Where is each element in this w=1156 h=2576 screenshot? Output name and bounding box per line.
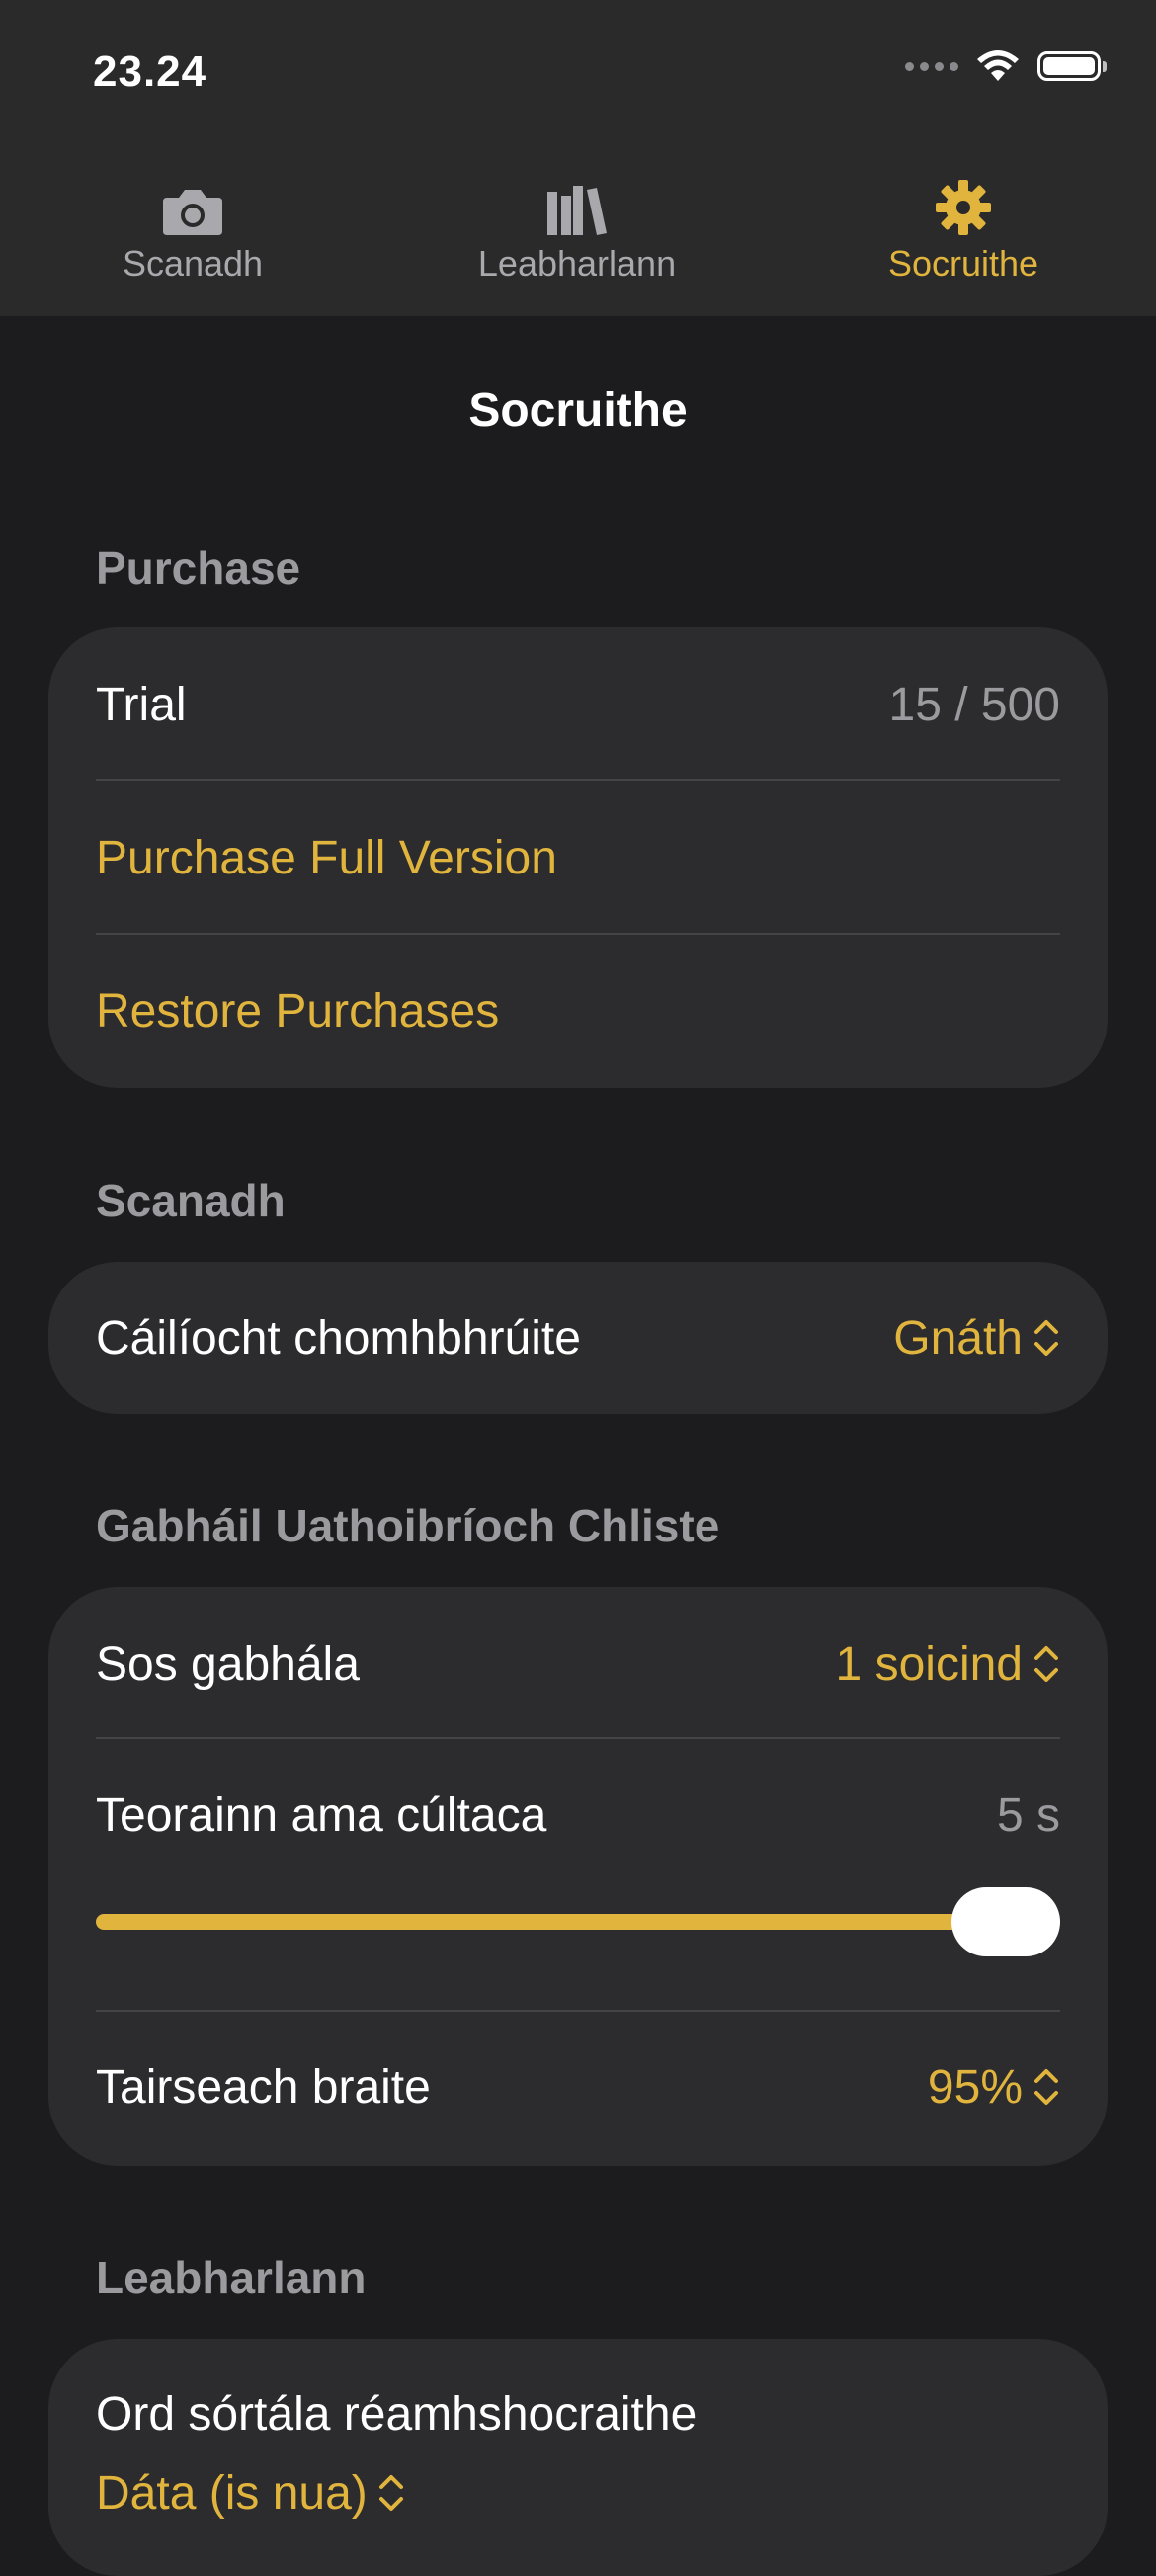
gear-icon <box>934 168 993 237</box>
divider <box>96 933 1060 935</box>
library-group: Ord sórtála réamhshocraithe Dáta (is nua… <box>48 2339 1108 2576</box>
library-icon <box>545 168 609 237</box>
capture-pause-value: 1 soicind <box>835 1637 1023 1691</box>
section-header-library: Leabharlann <box>96 2252 367 2303</box>
purchase-full-version-button[interactable]: Purchase Full Version <box>96 820 1060 895</box>
top-bar: 23.24 Scanadh Leabharlann Socruithe <box>0 0 1156 316</box>
capture-pause-label: Sos gabhála <box>96 1637 360 1691</box>
fallback-timeout-row: Teorainn ama cúltaca 5 s <box>96 1778 1060 1853</box>
status-time: 23.24 <box>93 47 207 96</box>
battery-icon <box>1037 51 1107 81</box>
section-header-scan: Scanadh <box>96 1175 286 1226</box>
cellular-signal-icon <box>905 61 958 71</box>
page-title: Socruithe <box>468 384 688 437</box>
compression-quality-row[interactable]: Cáilíocht chomhbhrúite Gnáth <box>96 1300 1060 1375</box>
trial-row: Trial 15 / 500 <box>96 667 1060 742</box>
trial-label: Trial <box>96 678 187 731</box>
detection-threshold-picker[interactable]: 95% <box>928 2060 1060 2115</box>
chevron-up-down-icon <box>1034 1320 1058 1356</box>
chevron-up-down-icon <box>1034 1646 1058 1682</box>
tab-settings-label: Socruithe <box>887 243 1039 284</box>
tab-scan[interactable]: Scanadh <box>64 168 321 285</box>
capture-pause-picker[interactable]: 1 soicind <box>836 1637 1060 1692</box>
tab-settings[interactable]: Socruithe <box>835 168 1092 285</box>
tab-library[interactable]: Leabharlann <box>449 168 705 285</box>
capture-pause-row[interactable]: Sos gabhála 1 soicind <box>96 1626 1060 1702</box>
divider <box>96 779 1060 781</box>
fallback-timeout-value: 5 s <box>996 1788 1060 1842</box>
restore-purchases-button[interactable]: Restore Purchases <box>96 973 1060 1048</box>
wifi-icon <box>977 50 1019 81</box>
purchase-group: Trial 15 / 500 Purchase Full Version Res… <box>48 627 1108 1088</box>
tab-bar: Scanadh Leabharlann Socruithe <box>0 168 1156 296</box>
scan-group: Cáilíocht chomhbhrúite Gnáth <box>48 1262 1108 1414</box>
smart-capture-group: Sos gabhála 1 soicind Teorainn ama cúlta… <box>48 1587 1108 2166</box>
purchase-full-version-label: Purchase Full Version <box>96 831 557 884</box>
tab-library-label: Leabharlann <box>477 243 677 284</box>
default-sort-row: Ord sórtála réamhshocraithe <box>96 2376 1060 2451</box>
camera-icon <box>161 168 224 237</box>
default-sort-picker[interactable]: Dáta (is nua) <box>96 2455 1060 2531</box>
restore-purchases-label: Restore Purchases <box>96 984 500 1038</box>
fallback-timeout-label: Teorainn ama cúltaca <box>96 1788 547 1842</box>
trial-value: 15 / 500 <box>888 678 1060 731</box>
compression-quality-value: Gnáth <box>893 1311 1023 1365</box>
divider <box>96 2010 1060 2012</box>
section-header-purchase: Purchase <box>96 542 301 594</box>
fallback-timeout-slider-thumb[interactable] <box>951 1887 1060 1956</box>
status-icons <box>905 49 1107 83</box>
tab-scan-label: Scanadh <box>122 243 264 284</box>
chevron-up-down-icon <box>378 2475 403 2511</box>
default-sort-label: Ord sórtála réamhshocraithe <box>96 2387 698 2441</box>
compression-quality-picker[interactable]: Gnáth <box>893 1311 1060 1366</box>
section-header-smart-capture: Gabháil Uathoibríoch Chliste <box>96 1500 720 1551</box>
chevron-up-down-icon <box>1034 2069 1058 2105</box>
detection-threshold-label: Tairseach braite <box>96 2060 431 2114</box>
divider <box>96 1737 1060 1739</box>
compression-quality-label: Cáilíocht chomhbhrúite <box>96 1311 581 1365</box>
detection-threshold-value: 95% <box>927 2060 1023 2114</box>
fallback-timeout-slider-track[interactable] <box>96 1914 1060 1930</box>
detection-threshold-row[interactable]: Tairseach braite 95% <box>96 2049 1060 2124</box>
default-sort-value-wrap: Dáta (is nua) <box>96 2466 405 2521</box>
default-sort-value: Dáta (is nua) <box>96 2466 368 2520</box>
